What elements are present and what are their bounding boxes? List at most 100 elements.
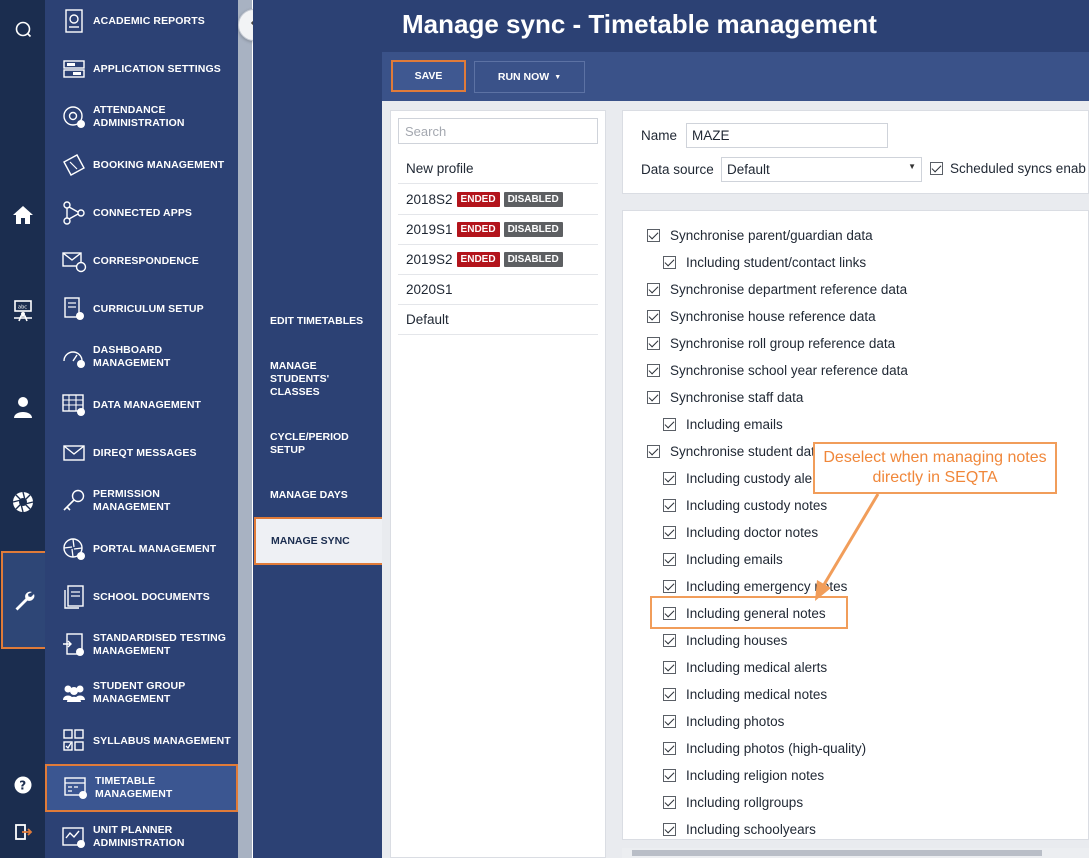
checkbox-checked-icon[interactable]	[663, 715, 676, 728]
checkbox-checked-icon[interactable]	[663, 634, 676, 647]
sync-option[interactable]: Synchronise roll group reference data	[647, 336, 895, 351]
menu-item-academic-reports[interactable]: ACADEMIC REPORTS	[45, 0, 238, 45]
sub-item-cycle-period-setup[interactable]: CYCLE/PERIOD SETUP	[253, 431, 353, 457]
checkbox-checked-icon[interactable]	[663, 472, 676, 485]
checkbox-checked-icon[interactable]	[663, 661, 676, 674]
save-button[interactable]: SAVE	[391, 60, 466, 92]
sub-item-manage-sync[interactable]: MANAGE SYNC	[254, 517, 385, 565]
sync-option[interactable]: Synchronise parent/guardian data	[647, 228, 873, 243]
checkbox-checked-icon[interactable]	[663, 796, 676, 809]
checkbox-checked-icon[interactable]	[663, 526, 676, 539]
profile-search-input[interactable]: Search	[398, 118, 598, 144]
checkbox-checked-icon[interactable]	[647, 310, 660, 323]
profile-settings-panel: Name MAZE Data source Default ▼ Schedule…	[622, 110, 1089, 194]
sync-option[interactable]: Including medical alerts	[663, 660, 827, 675]
sync-option[interactable]: Including emails	[663, 417, 783, 432]
checkbox-checked-icon[interactable]	[647, 445, 660, 458]
help-icon[interactable]: ?	[0, 765, 45, 805]
menu-item-curriculum-setup[interactable]: CURRICULUM SETUP	[45, 285, 238, 333]
profile-item-2019s1[interactable]: 2019S1 ENDED DISABLED	[398, 215, 598, 245]
menu-item-application-settings[interactable]: APPLICATION SETTINGS	[45, 45, 238, 93]
sync-option[interactable]: Including custody notes	[663, 498, 827, 513]
sync-option[interactable]: Including emergency notes	[663, 579, 847, 594]
menu-item-booking-management[interactable]: BOOKING MANAGEMENT	[45, 141, 238, 189]
profile-item-2018s2[interactable]: 2018S2 ENDED DISABLED	[398, 185, 598, 215]
checkbox-checked-icon[interactable]	[663, 742, 676, 755]
checkbox-checked-icon[interactable]	[663, 688, 676, 701]
aperture-icon[interactable]	[0, 482, 45, 522]
menu-item-correspondence[interactable]: CORRESPONDENCE	[45, 237, 238, 285]
test-icon	[60, 631, 88, 659]
sync-option[interactable]: Including photos (high-quality)	[663, 741, 866, 756]
checkbox-checked-icon[interactable]	[647, 391, 660, 404]
menu-item-dashboard-management[interactable]: DASHBOARD MANAGEMENT	[45, 333, 238, 381]
sync-option[interactable]: Synchronise school year reference data	[647, 363, 908, 378]
sync-option[interactable]: Including houses	[663, 633, 787, 648]
sync-option[interactable]: Including custody alerts	[663, 471, 827, 486]
checkbox-checked-icon[interactable]	[663, 553, 676, 566]
checkbox-checked-icon[interactable]	[647, 229, 660, 242]
checkbox-checked-icon[interactable]	[647, 283, 660, 296]
sync-option[interactable]: Including student/contact links	[663, 255, 866, 270]
checkbox-checked-icon[interactable]	[647, 364, 660, 377]
sub-item-manage-days[interactable]: MANAGE DAYS	[253, 489, 382, 502]
sub-item-edit-timetables[interactable]: EDIT TIMETABLES	[253, 315, 382, 328]
menu-item-syllabus-management[interactable]: SYLLABUS MANAGEMENT	[45, 717, 238, 765]
sync-option-label: Including emergency notes	[686, 579, 848, 594]
menu-item-standardised-testing-management[interactable]: STANDARDISED TESTING MANAGEMENT	[45, 621, 238, 669]
horizontal-scrollbar[interactable]	[622, 848, 1089, 858]
data-source-select[interactable]: Default ▼	[721, 157, 922, 182]
menu-item-school-documents[interactable]: SCHOOL DOCUMENTS	[45, 573, 238, 621]
checkbox-checked-icon[interactable]	[930, 162, 943, 175]
checkbox-checked-icon[interactable]	[663, 499, 676, 512]
sync-option[interactable]: Including photos	[663, 714, 784, 729]
sync-option[interactable]: Synchronise house reference data	[647, 309, 876, 324]
sync-option[interactable]: Synchronise staff data	[647, 390, 803, 405]
checkbox-checked-icon[interactable]	[663, 769, 676, 782]
sync-option-label: Synchronise student data	[670, 444, 823, 459]
menu-item-unit-planner-administration[interactable]: UNIT PLANNER ADMINISTRATION	[45, 813, 238, 858]
home-icon[interactable]	[0, 195, 45, 235]
checkbox-checked-icon[interactable]	[663, 823, 676, 836]
menu-item-attendance-administration[interactable]: ATTENDANCE ADMINISTRATION	[45, 93, 238, 141]
sync-option-label: Including houses	[686, 633, 788, 648]
menu-item-portal-management[interactable]: PORTAL MANAGEMENT	[45, 525, 238, 573]
sync-option[interactable]: Including medical notes	[663, 687, 827, 702]
menu-item-permission-management[interactable]: PERMISSION MANAGEMENT	[45, 477, 238, 525]
logout-icon[interactable]	[0, 812, 45, 852]
menu-item-timetable-management[interactable]: TIMETABLE MANAGEMENT	[45, 764, 238, 812]
sync-option[interactable]: Including schoolyears	[663, 822, 816, 837]
menu-item-data-management[interactable]: DATA MANAGEMENT	[45, 381, 238, 429]
checkbox-checked-icon[interactable]	[647, 337, 660, 350]
search-icon[interactable]	[0, 9, 45, 49]
checkbox-checked-icon[interactable]	[663, 580, 676, 593]
sync-option[interactable]: Including doctor notes	[663, 525, 818, 540]
menu-item-direqt-messages[interactable]: DIREQT MESSAGES	[45, 429, 238, 477]
scrollbar-thumb[interactable]	[632, 850, 1042, 856]
person-icon[interactable]	[0, 387, 45, 427]
checkbox-checked-icon[interactable]	[663, 256, 676, 269]
timetable-sub-menu: EDIT TIMETABLES MANAGE STUDENTS' CLASSES…	[253, 0, 385, 858]
classroom-icon[interactable]: abc	[0, 290, 45, 330]
profile-item-default[interactable]: Default	[398, 305, 598, 335]
profile-item-new-profile[interactable]: New profile	[398, 154, 598, 184]
sync-option[interactable]: Including religion notes	[663, 768, 824, 783]
sync-option[interactable]: Including rollgroups	[663, 795, 803, 810]
wrench-icon[interactable]	[1, 551, 47, 649]
name-input[interactable]: MAZE	[686, 123, 888, 148]
menu-item-connected-apps[interactable]: CONNECTED APPS	[45, 189, 238, 237]
run-now-button[interactable]: RUN NOW ▼	[474, 61, 585, 93]
checkbox-checked-icon[interactable]	[663, 418, 676, 431]
sync-option[interactable]: Including emails	[663, 552, 783, 567]
group-icon	[60, 679, 88, 707]
sync-option[interactable]: Synchronise student data	[647, 444, 822, 459]
menu-item-student-group-management[interactable]: STUDENT GROUP MANAGEMENT	[45, 669, 238, 717]
sub-item-manage-students-classes[interactable]: MANAGE STUDENTS' CLASSES	[253, 360, 348, 399]
sync-option[interactable]: Synchronise department reference data	[647, 282, 907, 297]
profile-item-2019s2[interactable]: 2019S2 ENDED DISABLED	[398, 245, 598, 275]
menu-scrollbar[interactable]	[238, 0, 252, 858]
profile-name: New profile	[406, 161, 474, 176]
profile-list: Search New profile 2018S2 ENDED DISABLED…	[390, 110, 606, 858]
profile-item-2020s1[interactable]: 2020S1	[398, 275, 598, 305]
scheduled-syncs-toggle[interactable]: Scheduled syncs enab	[930, 161, 1086, 176]
